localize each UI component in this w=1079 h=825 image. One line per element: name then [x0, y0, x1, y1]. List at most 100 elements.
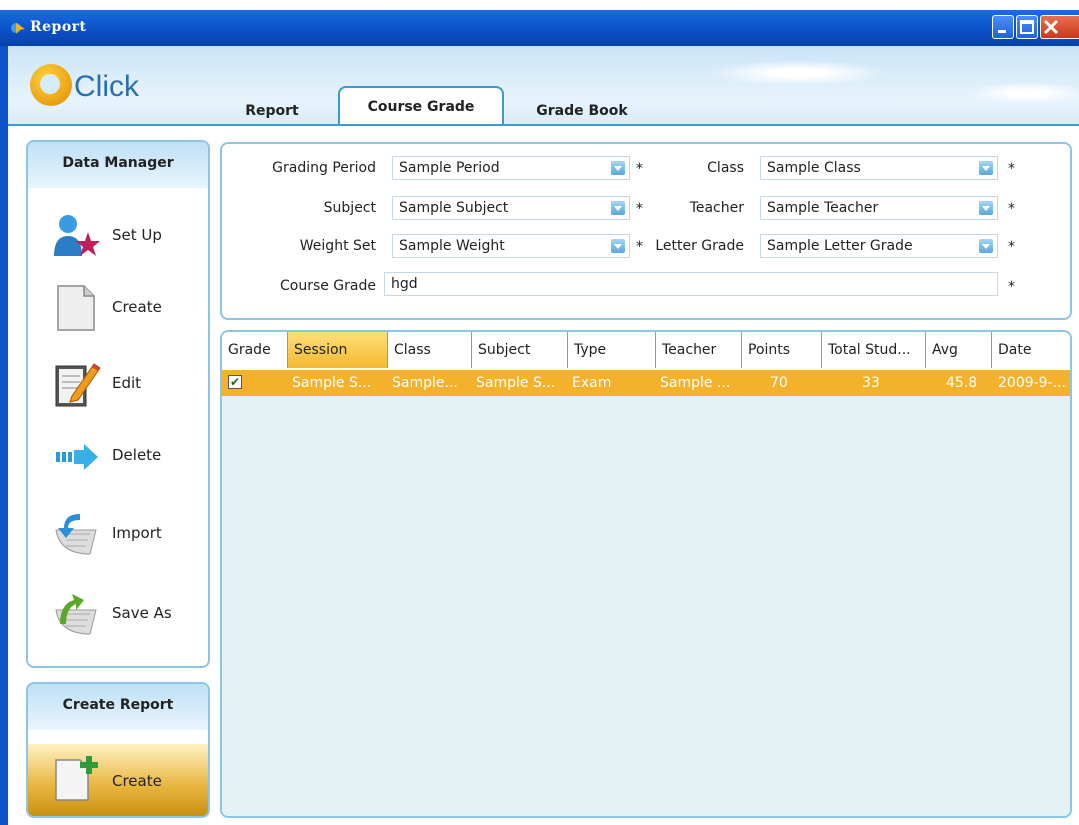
teacher-select[interactable]: Sample Teacher — [760, 196, 998, 220]
type-cell: Exam — [572, 375, 612, 391]
tab-grade-book[interactable]: Grade Book — [520, 98, 644, 124]
chevron-down-icon[interactable] — [611, 161, 625, 175]
class-label: Class — [707, 160, 744, 176]
create-report-label: Create — [112, 772, 162, 790]
total-students-cell: 33 — [862, 375, 880, 391]
teacher-label: Teacher — [689, 200, 744, 216]
maximize-button[interactable] — [1016, 15, 1038, 39]
sidebar-item-label: Save As — [112, 604, 172, 622]
create-report-button[interactable]: Create — [28, 744, 208, 816]
column-header-subject[interactable]: Subject — [472, 332, 568, 368]
save-as-arrow-icon — [55, 594, 97, 635]
weight-set-value: Sample Weight — [399, 238, 505, 254]
letter-grade-label: Letter Grade — [655, 238, 744, 254]
sidebar-item-label: Edit — [112, 374, 142, 392]
required-mark: * — [636, 201, 643, 217]
cloud-decoration — [708, 60, 888, 86]
course-grade-value: hgd — [391, 276, 418, 292]
column-header-avg[interactable]: Avg — [926, 332, 992, 368]
sidebar-item-label: Set Up — [112, 226, 162, 244]
logo-text: Click — [74, 70, 139, 103]
column-header-points[interactable]: Points — [742, 332, 822, 368]
teacher-value: Sample Teacher — [767, 200, 879, 216]
user-star-icon — [54, 215, 100, 256]
close-button[interactable] — [1040, 15, 1079, 39]
chevron-down-icon[interactable] — [979, 161, 993, 175]
course-grade-label: Course Grade — [279, 278, 376, 294]
required-mark: * — [1008, 279, 1015, 295]
column-header-grade[interactable]: Grade — [222, 332, 288, 368]
class-select[interactable]: Sample Class — [760, 156, 998, 180]
table-row[interactable]: ✔ Sample S... Sample... Sample S... Exam… — [222, 370, 1070, 396]
session-cell: Sample S... — [292, 375, 372, 391]
sidebar-item-save-as[interactable]: Save As — [50, 584, 200, 644]
letter-grade-value: Sample Letter Grade — [767, 238, 913, 254]
weight-set-select[interactable]: Sample Weight — [392, 234, 630, 258]
chevron-down-icon[interactable] — [611, 239, 625, 253]
app-icon — [11, 23, 25, 34]
column-header-date[interactable]: Date — [992, 332, 1070, 368]
column-header-class[interactable]: Class — [388, 332, 472, 368]
avg-cell: 45.8 — [946, 375, 978, 391]
column-header-session[interactable]: Session — [288, 332, 388, 368]
notepad-pencil-icon — [55, 363, 101, 407]
sidebar-item-label: Import — [112, 524, 162, 542]
window-title: Report — [30, 19, 87, 35]
required-mark: * — [636, 239, 643, 255]
table-header: Grade Session Class Subject Type Teacher… — [222, 332, 1070, 370]
data-manager-panel: Data Manager Set Up Create Edit Delete I… — [26, 140, 210, 668]
date-cell: 2009-9-... — [998, 375, 1066, 391]
subject-cell: Sample S... — [476, 375, 556, 391]
subject-label: Subject — [323, 200, 376, 216]
class-value: Sample Class — [767, 160, 861, 176]
minimize-icon — [998, 30, 1006, 33]
required-mark: * — [1008, 161, 1015, 177]
blank-document-icon — [57, 285, 95, 331]
sidebar-item-set-up[interactable]: Set Up — [50, 206, 200, 266]
sidebar-item-import[interactable]: Import — [50, 504, 200, 564]
window-frame-left — [0, 46, 8, 825]
required-mark: * — [1008, 201, 1015, 217]
maximize-icon — [1020, 20, 1034, 34]
required-mark: * — [636, 161, 643, 177]
create-report-title: Create Report — [28, 684, 208, 730]
window-titlebar[interactable]: Report — [0, 10, 1079, 46]
create-report-panel: Create Report Create — [26, 682, 210, 818]
chevron-down-icon[interactable] — [979, 201, 993, 215]
close-icon — [1043, 19, 1059, 35]
course-grade-input[interactable]: hgd — [384, 272, 998, 296]
tab-course-grade[interactable]: Course Grade — [338, 86, 504, 126]
tab-divider — [8, 124, 1079, 126]
column-header-type[interactable]: Type — [568, 332, 656, 368]
class-cell: Sample... — [392, 375, 458, 391]
chevron-down-icon[interactable] — [611, 201, 625, 215]
minimize-button[interactable] — [992, 15, 1014, 39]
app-logo: Click — [30, 64, 180, 112]
required-mark: * — [1008, 239, 1015, 255]
column-header-total-students[interactable]: Total Stud... — [822, 332, 926, 368]
sidebar-item-label: Delete — [112, 446, 162, 464]
import-arrow-icon — [55, 514, 97, 555]
weight-set-label: Weight Set — [299, 238, 376, 254]
sidebar-item-label: Create — [112, 298, 162, 316]
grades-table: Grade Session Class Subject Type Teacher… — [220, 330, 1072, 818]
letter-grade-select[interactable]: Sample Letter Grade — [760, 234, 998, 258]
document-plus-icon — [55, 756, 98, 801]
chevron-down-icon[interactable] — [979, 239, 993, 253]
sidebar-item-create[interactable]: Create — [50, 278, 200, 338]
column-header-teacher[interactable]: Teacher — [656, 332, 742, 368]
points-cell: 70 — [770, 375, 788, 391]
sidebar-item-edit[interactable]: Edit — [50, 354, 200, 414]
filter-form: Grading Period Sample Period * Class Sam… — [220, 142, 1072, 320]
grade-checkbox[interactable]: ✔ — [228, 375, 242, 389]
cloud-decoration — [968, 82, 1079, 104]
subject-value: Sample Subject — [399, 200, 509, 216]
teacher-cell: Sample ... — [660, 375, 731, 391]
grading-period-select[interactable]: Sample Period — [392, 156, 630, 180]
grading-period-label: Grading Period — [272, 160, 376, 176]
sidebar-item-delete[interactable]: Delete — [50, 426, 200, 486]
arrow-right-icon — [56, 444, 98, 470]
subject-select[interactable]: Sample Subject — [392, 196, 630, 220]
logo-q-icon — [30, 64, 72, 106]
tab-report[interactable]: Report — [232, 98, 312, 124]
